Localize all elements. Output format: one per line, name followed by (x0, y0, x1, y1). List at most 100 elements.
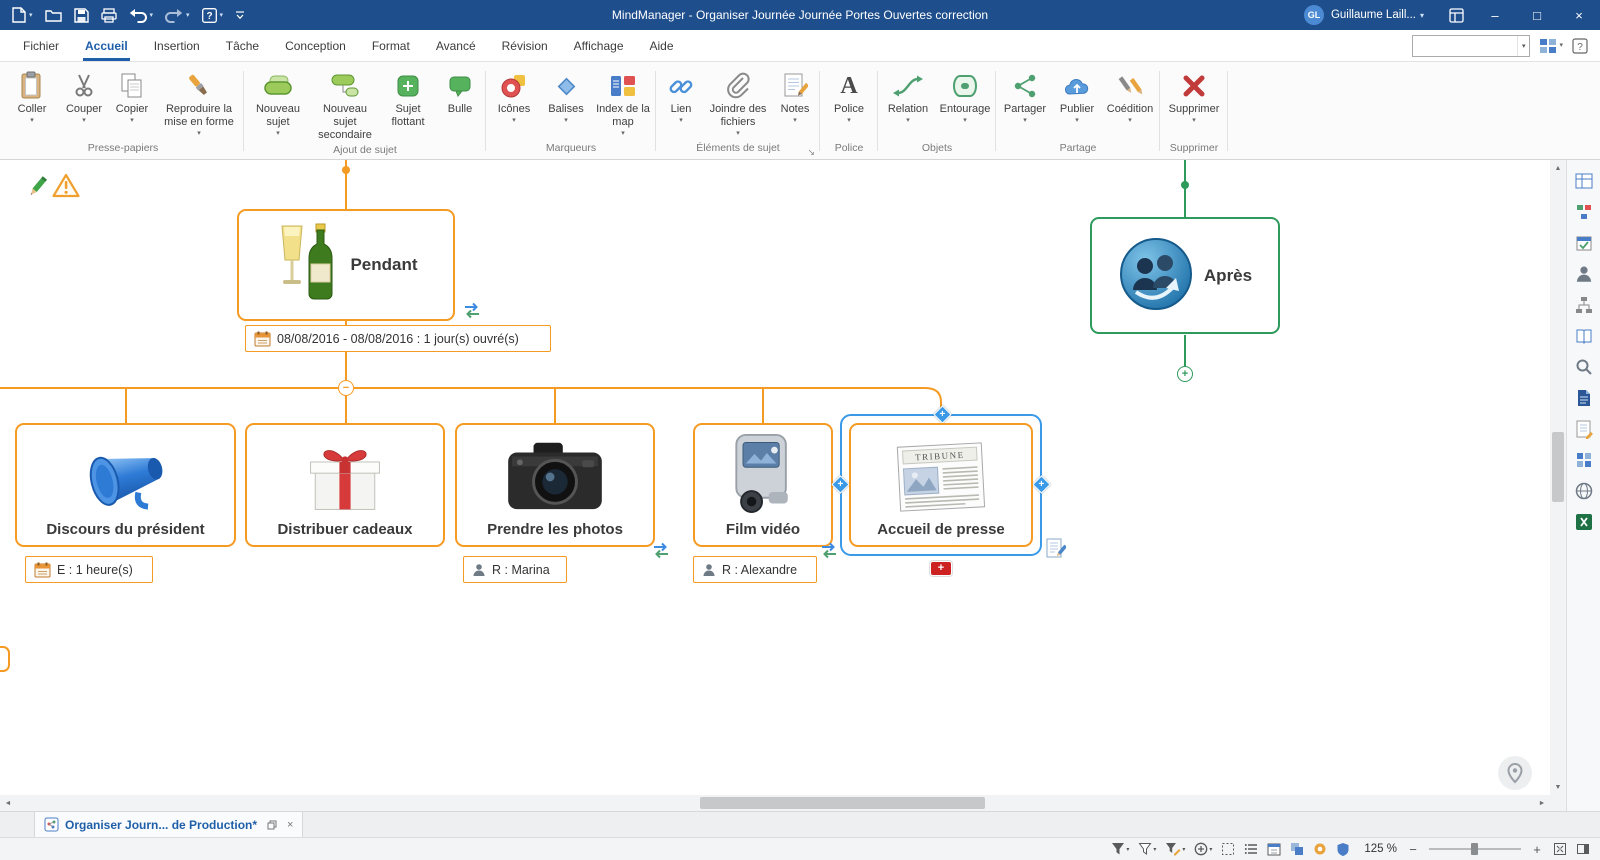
zoom-out-button[interactable]: − (1406, 842, 1420, 857)
relationship-button[interactable]: Relation ▾ (880, 65, 936, 140)
callout-button[interactable]: Bulle (436, 65, 484, 142)
book-panel-icon[interactable] (1573, 325, 1595, 347)
chevron-down-icon[interactable]: ▾ (1517, 36, 1530, 56)
location-pin-button[interactable] (1498, 756, 1532, 790)
badge-button[interactable] (1313, 842, 1327, 856)
help-pane-button[interactable]: ? (1572, 38, 1588, 54)
delete-button[interactable]: Supprimer ▾ (1162, 65, 1226, 140)
print-button[interactable] (95, 0, 123, 30)
topic-discours[interactable]: Discours du président (15, 423, 236, 547)
document-tab[interactable]: Organiser Journ... de Production* × (34, 812, 303, 837)
offscreen-topic-edge[interactable] (0, 646, 10, 672)
attach-files-button[interactable]: Joindre des fichiers ▾ (704, 65, 772, 140)
redo-button[interactable]: ▾ (159, 0, 196, 30)
paste-button[interactable]: Coller ▾ (4, 65, 60, 140)
user-avatar[interactable]: GL (1304, 5, 1324, 25)
edit-pencil-icon[interactable] (24, 174, 50, 203)
notes-panel-icon[interactable] (1573, 418, 1595, 440)
help-button[interactable]: ? ▾ (196, 0, 230, 30)
search-input[interactable] (1413, 36, 1516, 56)
topic-video[interactable]: Film vidéo (693, 423, 833, 547)
filter-funnel-button[interactable]: ▾ (1111, 842, 1129, 856)
schedule-view-button[interactable] (1267, 842, 1281, 856)
collapse-branch-button[interactable]: − (338, 380, 354, 396)
tags-button[interactable]: Balises ▾ (540, 65, 592, 140)
tab-tache[interactable]: Tâche (213, 30, 272, 61)
tab-format[interactable]: Format (359, 30, 423, 61)
topic-pendant[interactable]: Pendant (237, 209, 455, 321)
share-button[interactable]: Partager ▾ (998, 65, 1052, 140)
layout-gallery-button[interactable]: ▾ (1539, 38, 1563, 54)
boundary-button[interactable]: Entourage ▾ (936, 65, 994, 140)
close-tab-icon[interactable]: × (287, 819, 293, 831)
circle-plus-button[interactable]: ▾ (1194, 842, 1212, 856)
database-panel-icon[interactable] (1573, 449, 1595, 471)
user-name[interactable]: Guillaume Laill... (1331, 9, 1416, 21)
vertical-scrollbar[interactable]: ▲ ▼ (1550, 160, 1566, 795)
scroll-down-arrow[interactable]: ▼ (1550, 779, 1566, 795)
copy-button[interactable]: Copier ▾ (108, 65, 156, 140)
new-topic-button[interactable]: Nouveau sujet ▾ (246, 65, 310, 142)
publish-button[interactable]: Publier ▾ (1052, 65, 1102, 140)
notes-button[interactable]: Notes ▾ (772, 65, 818, 140)
select-region-button[interactable] (1221, 842, 1235, 856)
tab-conception[interactable]: Conception (272, 30, 359, 61)
sync-arrows-icon[interactable] (650, 542, 672, 562)
new-document-button[interactable]: ▾ (6, 0, 39, 30)
sync-arrows-icon[interactable] (461, 302, 483, 322)
horizontal-scrollbar[interactable]: ◄ ► (0, 795, 1550, 811)
shield-button[interactable] (1336, 842, 1350, 856)
outline-view-button[interactable] (1244, 842, 1258, 856)
save-button[interactable] (68, 0, 95, 30)
topic-apres[interactable]: Après (1090, 217, 1280, 334)
open-file-button[interactable] (39, 0, 68, 30)
topic-photos[interactable]: Prendre les photos (455, 423, 655, 547)
search-box[interactable]: ▾ (1412, 35, 1530, 57)
filter-outline-button[interactable]: ▾ (1138, 842, 1156, 856)
cut-button[interactable]: Couper ▾ (60, 65, 108, 140)
layers-button[interactable] (1290, 842, 1304, 856)
add-info-button[interactable]: + (930, 561, 952, 576)
zoom-slider[interactable] (1429, 842, 1521, 856)
topic-pendant-dates[interactable]: 08/08/2016 - 08/08/2016 : 1 jour(s) ouvr… (245, 325, 551, 352)
scroll-left-arrow[interactable]: ◄ (0, 795, 16, 811)
task-pane-toggle-button[interactable] (1576, 842, 1590, 856)
map-parts-panel-icon[interactable] (1573, 387, 1595, 409)
close-button[interactable]: × (1558, 0, 1600, 30)
sync-arrows-icon[interactable] (818, 542, 840, 562)
ribbon-layout-button[interactable] (1438, 0, 1474, 30)
excel-panel-icon[interactable] (1573, 511, 1595, 533)
expand-branch-button[interactable]: + (1177, 366, 1193, 382)
calendar-panel-icon[interactable] (1573, 232, 1595, 254)
person-panel-icon[interactable] (1573, 263, 1595, 285)
horizontal-scroll-thumb[interactable] (700, 797, 985, 809)
minimize-button[interactable]: – (1474, 0, 1516, 30)
filter-edit-button[interactable]: ▾ (1165, 842, 1185, 856)
org-chart-panel-icon[interactable] (1573, 201, 1595, 223)
topic-discours-duration[interactable]: E : 1 heure(s) (25, 556, 153, 583)
undo-button[interactable]: ▾ (123, 0, 160, 30)
map-index-button[interactable]: Index de la map ▾ (592, 65, 654, 140)
tab-accueil[interactable]: Accueil (72, 30, 141, 61)
format-painter-button[interactable]: Reproduire la mise en forme ▾ (156, 65, 242, 140)
font-button[interactable]: A Police ▾ (822, 65, 876, 140)
note-icon[interactable] (1046, 538, 1066, 563)
tab-insertion[interactable]: Insertion (141, 30, 213, 61)
warning-icon[interactable] (52, 173, 80, 201)
icons-marker-button[interactable]: Icônes ▾ (488, 65, 540, 140)
hierarchy-panel-icon[interactable] (1573, 294, 1595, 316)
topic-cadeaux[interactable]: Distribuer cadeaux (245, 423, 445, 547)
zoom-in-button[interactable]: + (1530, 842, 1544, 857)
floating-topic-button[interactable]: Sujet flottant (380, 65, 436, 142)
float-tab-icon[interactable] (267, 820, 277, 830)
topic-video-resource[interactable]: R : Alexandre (693, 556, 817, 583)
coediting-button[interactable]: Coédition ▾ (1102, 65, 1158, 140)
chevron-down-icon[interactable]: ▾ (1420, 11, 1424, 20)
search-panel-icon[interactable] (1573, 356, 1595, 378)
map-canvas[interactable]: Pendant 08/08/2016 - 08/08/2016 : 1 jour… (0, 160, 1550, 795)
dialog-launcher-icon[interactable]: ↘ (807, 148, 815, 157)
scroll-right-arrow[interactable]: ► (1534, 795, 1550, 811)
new-subtopic-button[interactable]: Nouveau sujet secondaire (310, 65, 380, 142)
globe-panel-icon[interactable] (1573, 480, 1595, 502)
zoom-slider-thumb[interactable] (1471, 843, 1478, 855)
